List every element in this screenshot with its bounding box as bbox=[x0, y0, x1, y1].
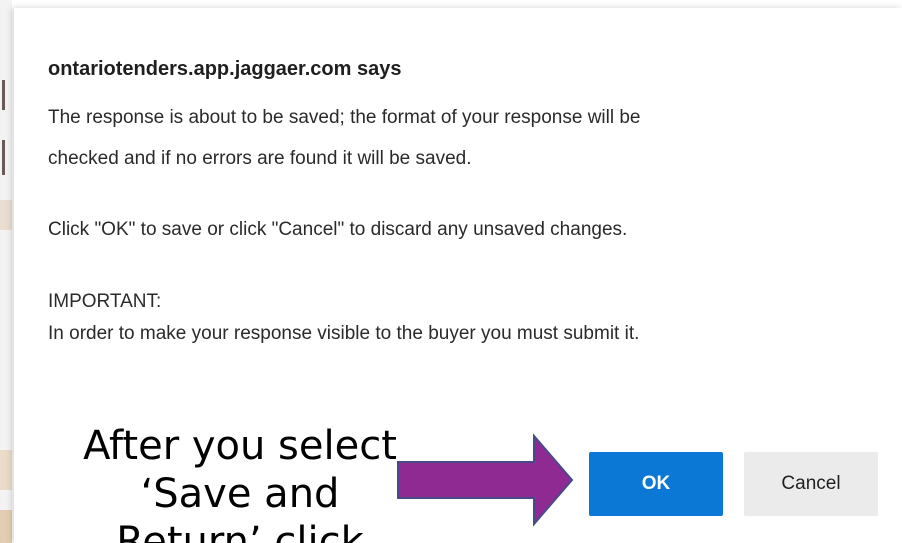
screenshot-stage: ontariotenders.app.jaggaer.com says The … bbox=[0, 0, 902, 543]
dialog-title: ontariotenders.app.jaggaer.com says bbox=[48, 58, 402, 80]
page-edge-tint bbox=[0, 510, 12, 543]
dialog-message-line: In order to make your response visible t… bbox=[48, 323, 640, 344]
annotation-text-line: After you select bbox=[83, 423, 397, 469]
background-page-edge bbox=[0, 0, 12, 543]
page-edge-tint bbox=[0, 200, 12, 230]
page-edge-mark bbox=[2, 140, 5, 175]
pointer-arrow-icon bbox=[397, 433, 574, 527]
ok-button[interactable]: OK bbox=[589, 452, 723, 516]
annotation-text-line: ‘Save and bbox=[140, 471, 340, 517]
dialog-message-line: Click "OK" to save or click "Cancel" to … bbox=[48, 219, 628, 240]
dialog-important-heading: IMPORTANT: bbox=[48, 291, 162, 312]
page-edge-mark bbox=[2, 80, 5, 110]
page-edge-tint bbox=[0, 450, 12, 490]
cancel-button[interactable]: Cancel bbox=[744, 452, 878, 516]
dialog-message-line: checked and if no errors are found it wi… bbox=[48, 148, 472, 169]
dialog-message-line: The response is about to be saved; the f… bbox=[48, 107, 641, 128]
annotation-text-line: Return’ click bbox=[116, 519, 364, 543]
